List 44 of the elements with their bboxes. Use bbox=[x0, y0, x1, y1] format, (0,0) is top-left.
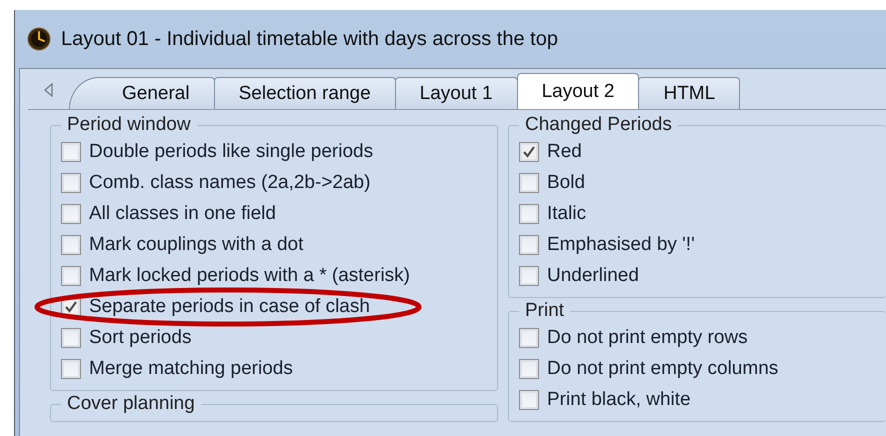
checkbox[interactable] bbox=[61, 328, 81, 348]
checkbox-label[interactable]: Do not print empty columns bbox=[547, 358, 778, 380]
checkbox-label[interactable]: Merge matching periods bbox=[89, 358, 293, 380]
group-title: Period window bbox=[66, 114, 192, 136]
checkbox-label[interactable]: Double periods like single periods bbox=[89, 140, 374, 162]
window-title: Layout 01 - Individual timetable with days across the top bbox=[61, 28, 558, 50]
checkbox[interactable] bbox=[519, 390, 539, 410]
group-title: Print bbox=[524, 300, 566, 322]
checkbox[interactable] bbox=[519, 204, 539, 224]
checkbox-label[interactable]: Mark locked periods with a * (asterisk) bbox=[89, 264, 410, 286]
checkbox[interactable] bbox=[519, 266, 539, 286]
clock-icon bbox=[27, 27, 51, 51]
checkbox-label[interactable]: Comb. class names (2a,2b->2ab) bbox=[89, 172, 370, 194]
checkbox-label[interactable]: Underlined bbox=[547, 264, 639, 286]
checkbox[interactable] bbox=[519, 172, 539, 192]
checkbox[interactable] bbox=[61, 358, 81, 378]
group-title: Changed Periods bbox=[524, 114, 673, 136]
tab[interactable]: Selection range bbox=[214, 77, 396, 109]
checkbox[interactable] bbox=[61, 266, 81, 286]
checkbox-label[interactable]: Bold bbox=[547, 172, 586, 194]
tab[interactable]: Layout 2 bbox=[516, 73, 640, 109]
checkbox[interactable] bbox=[519, 142, 539, 162]
checkbox-label[interactable]: Do not print empty rows bbox=[547, 326, 748, 348]
checkbox-label[interactable]: Italic bbox=[547, 202, 586, 224]
checkbox-label[interactable]: Sort periods bbox=[89, 326, 192, 348]
checkbox-label[interactable]: Red bbox=[547, 140, 582, 162]
checkbox[interactable] bbox=[61, 234, 81, 254]
check-icon bbox=[64, 300, 78, 314]
checkbox-label[interactable]: Print black, white bbox=[547, 388, 691, 410]
checkbox-label[interactable]: Mark couplings with a dot bbox=[89, 234, 304, 256]
checkbox[interactable] bbox=[61, 172, 81, 192]
checkbox[interactable] bbox=[519, 358, 539, 378]
scroll-left-icon[interactable] bbox=[44, 83, 53, 97]
group-title: Cover planning bbox=[66, 393, 196, 415]
checkbox[interactable] bbox=[61, 142, 81, 162]
checkbox[interactable] bbox=[519, 234, 539, 254]
check-icon bbox=[522, 144, 536, 158]
checkbox-label[interactable]: All classes in one field bbox=[89, 202, 276, 224]
checkbox-label[interactable]: Emphasised by '!' bbox=[547, 234, 695, 256]
tab[interactable]: General bbox=[69, 77, 215, 109]
checkbox[interactable] bbox=[61, 204, 81, 224]
tab[interactable]: HTML bbox=[638, 77, 740, 109]
tab[interactable]: Layout 1 bbox=[394, 77, 518, 109]
checkbox[interactable] bbox=[519, 328, 539, 348]
